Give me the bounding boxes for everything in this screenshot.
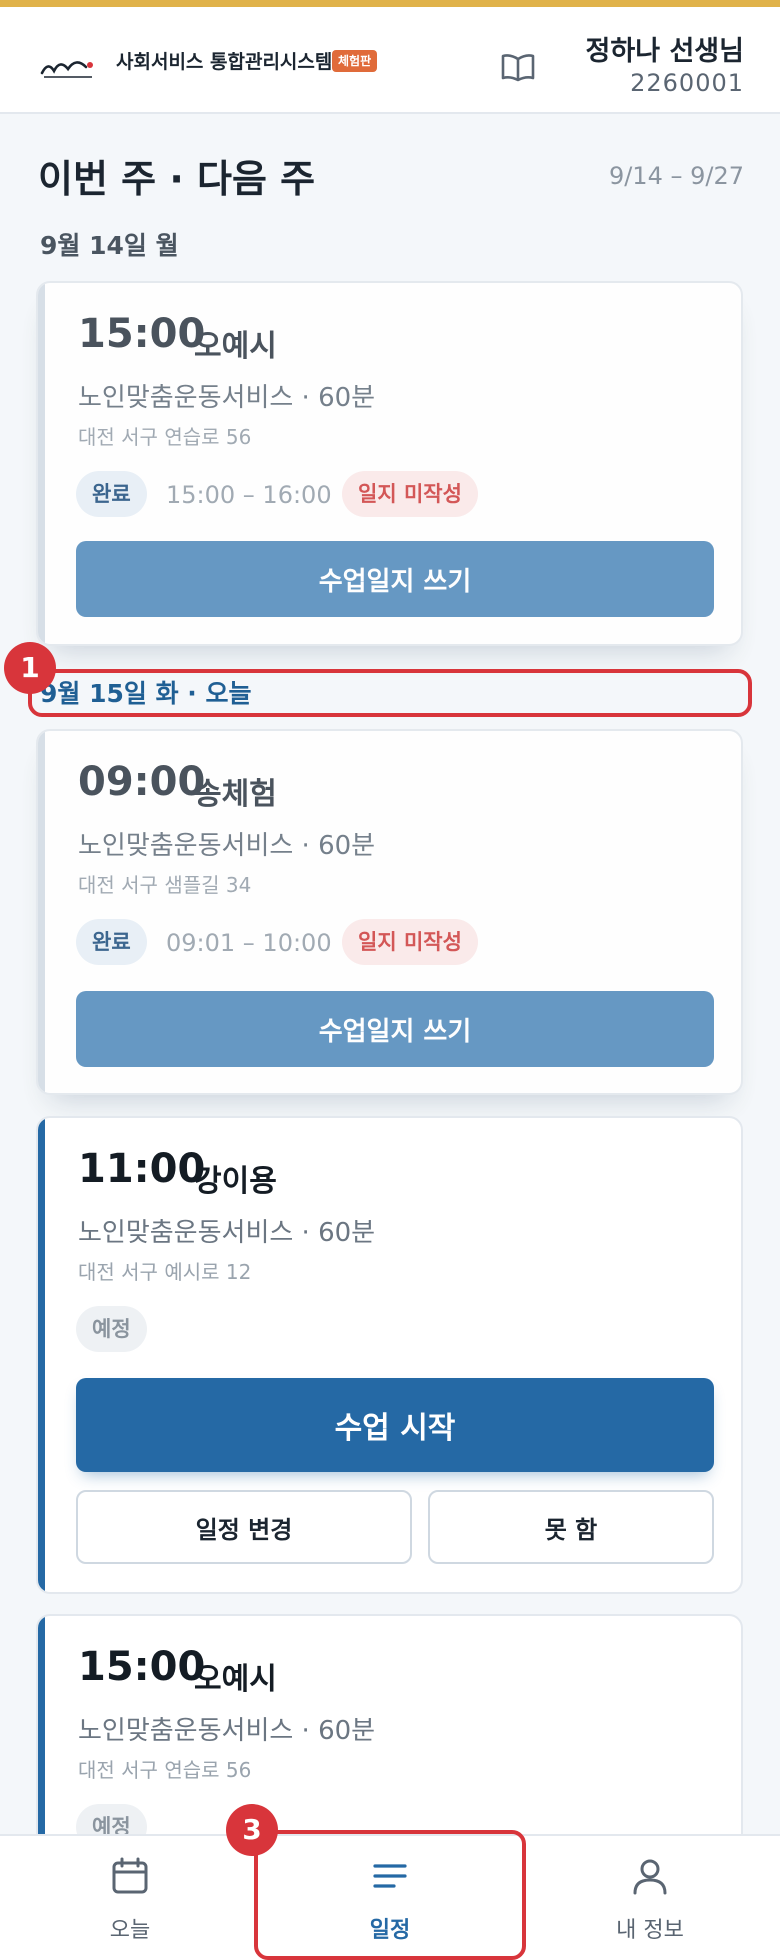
annotation-badge-1: 1	[4, 642, 56, 694]
trial-badge: 체험판	[332, 50, 378, 72]
card-status-bar	[38, 283, 45, 644]
card-status-bar	[38, 1118, 45, 1592]
annotation-box-1	[28, 669, 752, 717]
session-time: 09:00	[78, 759, 206, 805]
actual-time: 09:01 – 10:00	[166, 929, 332, 957]
nav-item-today[interactable]: 오늘	[0, 1836, 260, 1960]
app-header: 사회서비스 통합관리시스템 체험판 정하나 선생님 2260001	[0, 7, 780, 114]
cancel-session-button[interactable]: 못 함	[428, 1490, 714, 1564]
log-missing-badge: 일지 미작성	[342, 471, 478, 517]
log-missing-badge: 일지 미작성	[342, 919, 478, 965]
user-icon	[633, 1859, 667, 1895]
page-title: 이번 주 · 다음 주	[38, 157, 316, 201]
service-info: 노인맞춤운동서비스 · 60분	[78, 383, 376, 413]
session-time: 15:00	[78, 311, 206, 357]
logo-icon	[40, 61, 93, 78]
date-range: 9/14 – 9/27	[608, 162, 744, 190]
client-name: 송체험	[194, 777, 277, 812]
user-name: 정하나 선생님	[585, 36, 744, 67]
status-badge: 완료	[76, 471, 147, 517]
service-info: 노인맞춤운동서비스 · 60분	[78, 1218, 376, 1248]
session-card-done: 15:00 오예시 노인맞춤운동서비스 · 60분 대전 서구 연습로 56 완…	[36, 281, 743, 646]
service-info: 노인맞춤운동서비스 · 60분	[78, 831, 376, 861]
book-icon[interactable]	[500, 51, 536, 83]
actual-time: 15:00 – 16:00	[166, 481, 332, 509]
annotation-box-3	[254, 1830, 526, 1960]
client-name: 강이용	[194, 1164, 277, 1199]
client-name: 오예시	[194, 329, 277, 364]
status-badge: 예정	[76, 1306, 147, 1352]
nav-item-profile[interactable]: 내 정보	[520, 1836, 780, 1960]
start-class-button[interactable]: 수업 시작	[76, 1378, 714, 1472]
reschedule-button[interactable]: 일정 변경	[76, 1490, 412, 1564]
card-status-bar	[38, 731, 45, 1093]
service-info: 노인맞춤운동서비스 · 60분	[78, 1716, 376, 1746]
annotation-badge-3: 3	[226, 1804, 278, 1856]
session-time: 15:00	[78, 1644, 206, 1690]
client-address: 대전 서구 연습로 56	[78, 425, 252, 449]
app-title: 사회서비스 통합관리시스템	[116, 51, 333, 73]
session-card-upcoming: 11:00 강이용 노인맞춤운동서비스 · 60분 대전 서구 예시로 12 예…	[36, 1116, 743, 1594]
client-name: 오예시	[194, 1662, 277, 1697]
client-address: 대전 서구 샘플길 34	[78, 873, 252, 897]
session-card-done: 09:00 송체험 노인맞춤운동서비스 · 60분 대전 서구 샘플길 34 완…	[36, 729, 743, 1095]
write-log-button[interactable]: 수업일지 쓰기	[76, 541, 714, 617]
user-id: 2260001	[630, 69, 744, 97]
session-time: 11:00	[78, 1146, 206, 1192]
nav-label-profile: 내 정보	[616, 1918, 684, 1943]
client-address: 대전 서구 연습로 56	[78, 1758, 252, 1782]
nav-label-today: 오늘	[109, 1918, 151, 1943]
calendar-icon	[112, 1857, 148, 1894]
status-badge: 완료	[76, 919, 147, 965]
day-header-sep-14: 9월 14일 월	[40, 231, 179, 260]
write-log-button[interactable]: 수업일지 쓰기	[76, 991, 714, 1067]
client-address: 대전 서구 예시로 12	[78, 1260, 252, 1284]
top-accent-bar	[0, 0, 780, 7]
